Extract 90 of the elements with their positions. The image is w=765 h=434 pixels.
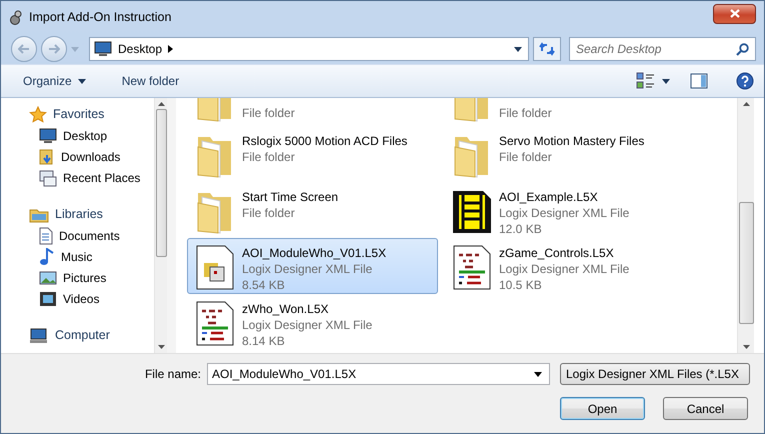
file-size: 10.5 KB: [499, 277, 543, 293]
file-item[interactable]: AOI_ModuleWho_V01.L5X Logix Designer XML File 8.54 KB: [187, 238, 438, 294]
file-type: Logix Designer XML File: [242, 261, 374, 277]
file-size: 8.54 KB: [242, 277, 286, 293]
search-field[interactable]: Search Desktop: [569, 37, 756, 61]
sidebar-group[interactable]: Favorites: [1, 104, 154, 125]
sidebar-group[interactable]: Computer: [1, 325, 154, 346]
scrollbar[interactable]: [737, 98, 754, 353]
app-icon: [9, 10, 23, 26]
file-item[interactable]: AOI_Example.L5X Logix Designer XML File 12.0 KB: [444, 182, 695, 238]
star-icon: [29, 106, 47, 124]
caret-icon: [662, 78, 670, 84]
monitor-icon: [39, 128, 57, 144]
sidebar-item[interactable]: Documents: [1, 225, 154, 246]
help-icon: [736, 72, 754, 90]
file-item[interactable]: zWho_Won.L5X Logix Designer XML File 8.14 KB: [187, 294, 438, 350]
file-item[interactable]: Start Time Screen File folder: [187, 182, 438, 238]
file-name: zWho_Won.L5X: [242, 301, 330, 317]
file-name: Rslogix 5000 Motion ACD Files: [242, 133, 408, 149]
file-item[interactable]: zGame_Controls.L5X Logix Designer XML File 10.5 KB: [444, 238, 695, 294]
computer-icon: [29, 328, 49, 344]
view-menu[interactable]: [636, 72, 670, 90]
windows-icon: [39, 168, 57, 186]
down-arrow-icon[interactable]: [158, 345, 164, 349]
search-icon: [736, 43, 749, 56]
file-name: AOI_ModuleWho_V01.L5X: [242, 245, 386, 261]
document-icon: [194, 243, 236, 291]
file-item[interactable]: File folder: [187, 98, 438, 126]
film-icon: [39, 290, 57, 306]
file-type: File folder: [242, 149, 296, 165]
monitor-icon: [94, 41, 112, 57]
down-arrow-icon[interactable]: [742, 345, 750, 349]
file-type: Logix Designer XML File: [242, 317, 372, 333]
caret-icon: [78, 78, 86, 84]
document-icon: [451, 243, 493, 291]
file-name-field[interactable]: AOI_ModuleWho_V01.L5X: [207, 363, 550, 385]
dialog-button[interactable]: Cancel: [663, 397, 748, 420]
file-size: 12.0 KB: [499, 221, 543, 237]
caret-icon: [514, 46, 522, 52]
folder-icon: [29, 206, 49, 222]
sidebar-item[interactable]: Recent Places: [1, 167, 154, 188]
dropdown-caret-icon: [534, 372, 542, 377]
file-type: File folder: [499, 149, 553, 165]
file-type-dropdown[interactable]: Logix Designer XML Files (*.L5X: [560, 363, 750, 385]
view-icon: [636, 72, 656, 90]
address-bar[interactable]: Desktop: [89, 37, 529, 61]
file-size: 8.14 KB: [242, 333, 286, 349]
file-name: Servo Motion Mastery Files: [499, 133, 644, 149]
file-name: AOI_Example.L5X: [499, 189, 599, 205]
new-folder-button[interactable]: New folder: [118, 70, 184, 92]
back-arrow-icon: [18, 44, 30, 54]
dialog-button[interactable]: Open: [560, 397, 645, 420]
file-name: zGame_Controls.L5X: [499, 245, 615, 261]
picture-icon: [39, 270, 57, 286]
sidebar-item[interactable]: Music: [1, 246, 154, 267]
document-icon: [194, 299, 236, 347]
sidebar-item[interactable]: Pictures: [1, 267, 154, 288]
close-button[interactable]: [713, 4, 756, 24]
organize-menu[interactable]: Organize: [19, 70, 90, 92]
preview-pane-button[interactable]: [690, 73, 708, 89]
history-caret-icon: [71, 46, 79, 52]
help-button[interactable]: [736, 72, 754, 90]
forward-arrow-icon: [48, 44, 60, 54]
location-text: Desktop: [118, 41, 162, 58]
file-type: Logix Designer XML File: [499, 205, 630, 221]
file-item[interactable]: Rslogix 5000 Motion ACD Files File folder: [187, 126, 438, 182]
folder-icon: [39, 148, 55, 166]
chevron-icon: [168, 45, 174, 53]
up-arrow-icon[interactable]: [742, 102, 750, 106]
file-type: Logix Designer XML File: [499, 261, 630, 277]
pane-icon: [690, 73, 708, 89]
refresh-arrows-icon: [539, 42, 555, 56]
scrollbar[interactable]: [154, 98, 176, 353]
close-icon: [730, 9, 740, 18]
sidebar-item[interactable]: Desktop: [1, 125, 154, 146]
file-type: File folder: [242, 105, 295, 121]
sidebar-group[interactable]: Libraries: [1, 204, 154, 225]
document-icon: [39, 226, 53, 244]
up-arrow-icon[interactable]: [158, 102, 164, 106]
sidebar-item[interactable]: Videos: [1, 288, 154, 309]
window-title: Import Add-On Instruction: [29, 9, 172, 26]
file-name-label: File name:: [144, 366, 201, 383]
sidebar-item[interactable]: Downloads: [1, 146, 154, 167]
file-type: File folder: [499, 105, 552, 121]
file-name: Start Time Screen: [242, 189, 338, 205]
refresh-button[interactable]: [533, 37, 561, 61]
music-note-icon: [39, 248, 55, 266]
file-type: File folder: [242, 205, 296, 221]
file-item[interactable]: Servo Motion Mastery Files File folder: [444, 126, 695, 182]
file-item[interactable]: File folder: [444, 98, 695, 126]
